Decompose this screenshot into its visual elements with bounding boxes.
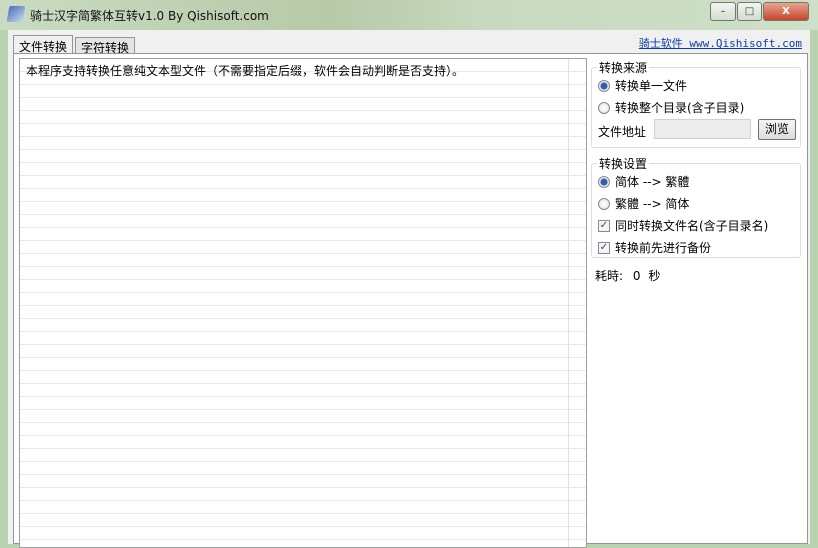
browse-button[interactable]: 浏览: [758, 119, 796, 140]
checkmark-icon: ✓: [598, 219, 610, 232]
website-link[interactable]: 骑士软件 www.Qishisoft.com: [639, 35, 802, 51]
checkbox-backup[interactable]: ✓ 转换前先进行备份: [598, 239, 711, 256]
source-group: 转换来源 转换单一文件 转换整个目录(含子目录) 文件地址 浏览: [591, 59, 801, 148]
checkbox-label: 同时转换文件名(含子目录名): [615, 219, 769, 233]
settings-group-title: 转换设置: [597, 155, 650, 172]
radio-label: 转换单一文件: [615, 79, 688, 93]
radio-icon: [598, 101, 610, 114]
radio-label: 繁體 --> 简体: [615, 197, 690, 211]
elapsed-time: 耗時: 0 秒: [595, 267, 660, 284]
close-button[interactable]: X: [763, 2, 809, 21]
scrollbar[interactable]: [568, 59, 586, 547]
path-label: 文件地址: [598, 125, 647, 139]
path-input[interactable]: [654, 119, 751, 139]
maximize-button[interactable]: □: [737, 2, 762, 21]
window-title: 骑士汉字简繁体互转v1.0 By Qishisoft.com: [30, 9, 269, 23]
checkmark-icon: ✓: [598, 241, 610, 254]
tab-panel: 本程序支持转换任意纯文本型文件（不需要指定后缀，软件会自动判断是否支持）。 转换…: [13, 53, 808, 548]
client-area: 文件转换 字符转换 骑士软件 www.Qishisoft.com 本程序支持转换…: [8, 30, 810, 548]
radio-single-file[interactable]: 转换单一文件: [598, 77, 687, 94]
radio-icon: [598, 197, 610, 210]
elapsed-value: 0: [632, 269, 641, 283]
minimize-button[interactable]: –: [710, 2, 736, 21]
checkbox-label: 转换前先进行备份: [615, 241, 712, 255]
radio-trad-to-simp[interactable]: 繁體 --> 简体: [598, 195, 689, 212]
elapsed-unit: 秒: [648, 269, 661, 283]
elapsed-label: 耗時:: [595, 269, 624, 283]
settings-group: 转换设置 简体 --> 繁體 繁體 --> 简体 ✓ 同时转换文件名(含子目录名)…: [591, 155, 801, 258]
radio-label: 简体 --> 繁體: [615, 175, 690, 189]
radio-label: 转换整个目录(含子目录): [615, 101, 745, 115]
radio-directory[interactable]: 转换整个目录(含子目录): [598, 99, 744, 116]
radio-icon: [598, 79, 610, 92]
title-bar[interactable]: 骑士汉字简繁体互转v1.0 By Qishisoft.com – □ X: [0, 0, 818, 30]
info-textarea[interactable]: 本程序支持转换任意纯文本型文件（不需要指定后缀，软件会自动判断是否支持）。: [19, 58, 587, 548]
app-icon: [6, 6, 26, 22]
tab-file-convert[interactable]: 文件转换: [13, 35, 74, 54]
radio-icon: [598, 175, 610, 188]
radio-simp-to-trad[interactable]: 简体 --> 繁體: [598, 173, 689, 190]
source-group-title: 转换来源: [597, 59, 650, 76]
checkbox-convert-filenames[interactable]: ✓ 同时转换文件名(含子目录名): [598, 217, 768, 234]
info-text: 本程序支持转换任意纯文本型文件（不需要指定后缀，软件会自动判断是否支持）。: [26, 64, 465, 78]
tab-char-convert[interactable]: 字符转换: [75, 37, 136, 55]
